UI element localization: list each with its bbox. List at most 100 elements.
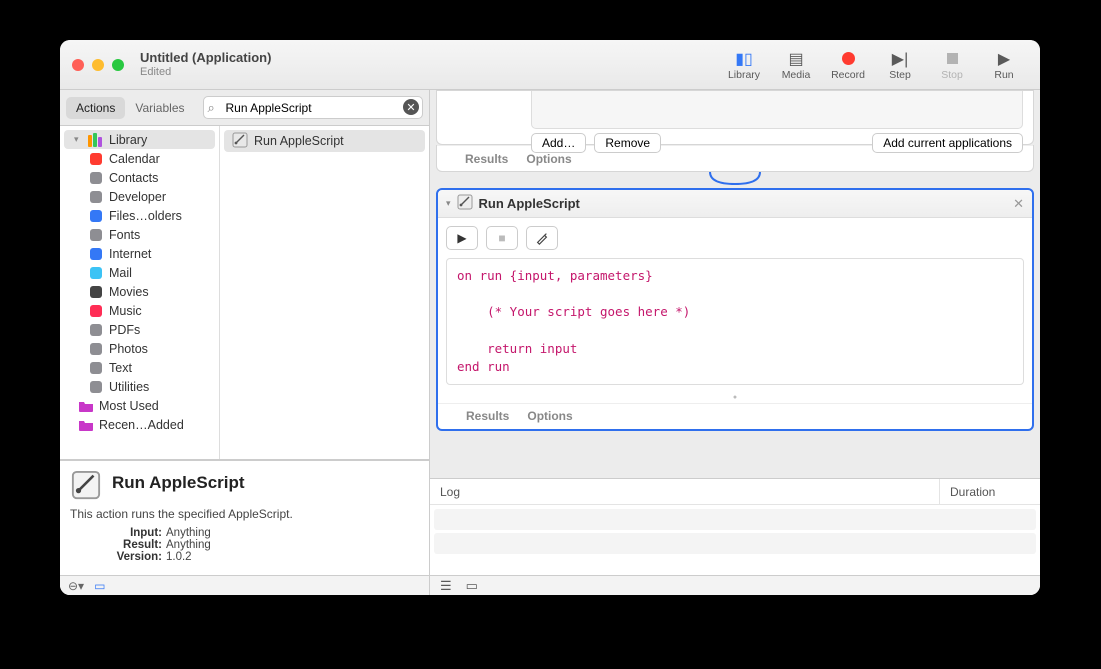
library-category[interactable]: Files…olders — [60, 206, 219, 225]
category-icon — [88, 227, 104, 243]
library-category[interactable]: Developer — [60, 187, 219, 206]
category-label: Files…olders — [109, 209, 182, 223]
stop-script-button: ■ — [486, 226, 518, 250]
title-bar: Untitled (Application) Edited ▮▯ Library… — [60, 40, 1040, 90]
category-icon — [88, 341, 104, 357]
resize-handle[interactable]: ● — [438, 393, 1032, 403]
log-column-header[interactable]: Log — [430, 479, 940, 504]
category-icon — [88, 284, 104, 300]
category-label: Utilities — [109, 380, 149, 394]
category-label: Text — [109, 361, 132, 375]
list-view-button[interactable]: ☰ — [440, 578, 452, 594]
library-category[interactable]: Utilities — [60, 377, 219, 396]
stub-results-tab[interactable]: Results — [465, 152, 508, 166]
category-label: Music — [109, 304, 142, 318]
applescript-icon — [70, 469, 102, 501]
sidebar-footer: ⊖▾ ▭ — [60, 575, 429, 595]
library-category[interactable]: Text — [60, 358, 219, 377]
mode-segmented-control: Actions Variables — [66, 97, 195, 119]
result-run-applescript[interactable]: Run AppleScript — [224, 130, 425, 152]
record-button[interactable]: Record — [824, 44, 872, 86]
workflow-area: Add… Remove Add current applications Res… — [430, 90, 1040, 595]
duration-column-header[interactable]: Duration — [940, 479, 1040, 504]
run-button[interactable]: ▶ Run — [980, 44, 1028, 86]
category-label: Developer — [109, 190, 166, 204]
media-button[interactable]: ▤ Media — [772, 44, 820, 86]
library-category[interactable]: Movies — [60, 282, 219, 301]
library-category[interactable]: Contacts — [60, 168, 219, 187]
action-results-list[interactable]: Run AppleScript — [220, 126, 429, 459]
window-controls — [72, 59, 124, 71]
search-input[interactable] — [203, 96, 424, 119]
chevron-down-icon[interactable]: ▾ — [446, 198, 451, 209]
add-current-apps-button[interactable]: Add current applications — [872, 133, 1023, 153]
toggle-preview-button[interactable]: ▭ — [94, 579, 105, 593]
action-options-tab[interactable]: Options — [527, 409, 572, 423]
preview-description: This action runs the specified AppleScri… — [70, 507, 419, 521]
window-title-block: Untitled (Application) Edited — [140, 50, 271, 79]
preview-meta: Input:Anything Result:Anything Version:1… — [70, 527, 419, 563]
smart-folder[interactable]: Most Used — [60, 396, 219, 415]
compile-script-button[interactable] — [526, 226, 558, 250]
result-label: Run AppleScript — [254, 134, 344, 148]
library-category[interactable]: Photos — [60, 339, 219, 358]
library-category[interactable]: PDFs — [60, 320, 219, 339]
workflow-canvas[interactable]: Add… Remove Add current applications Res… — [430, 90, 1040, 478]
library-category[interactable]: Music — [60, 301, 219, 320]
action-header[interactable]: ▾ Run AppleScript ✕ — [438, 190, 1032, 218]
library-category[interactable]: Internet — [60, 244, 219, 263]
applescript-icon — [232, 132, 248, 151]
remove-button[interactable]: Remove — [594, 133, 661, 153]
log-header: Log Duration — [430, 479, 1040, 505]
run-applescript-action[interactable]: ▾ Run AppleScript ✕ ▶ ■ on — [436, 188, 1034, 431]
action-tabs: Results Options — [438, 403, 1032, 429]
category-icon — [88, 208, 104, 224]
library-category[interactable]: Fonts — [60, 225, 219, 244]
library-category[interactable]: Mail — [60, 263, 219, 282]
category-label: Mail — [109, 266, 132, 280]
remove-action-button[interactable]: ✕ — [1013, 196, 1024, 212]
action-results-tab[interactable]: Results — [466, 409, 509, 423]
category-icon — [88, 151, 104, 167]
action-preview: Run AppleScript This action runs the spe… — [60, 460, 429, 575]
category-icon — [88, 189, 104, 205]
smart-folder-icon — [78, 417, 94, 433]
search-bar: Actions Variables ⌕ ✕ — [60, 90, 429, 126]
gear-menu-button[interactable]: ⊖▾ — [68, 579, 84, 593]
record-icon — [842, 49, 855, 69]
step-icon: ▶| — [892, 49, 908, 69]
zoom-window-button[interactable] — [112, 59, 124, 71]
step-button[interactable]: ▶| Step — [876, 44, 924, 86]
library-icon: ▮▯ — [735, 49, 753, 69]
tab-actions[interactable]: Actions — [66, 97, 125, 119]
clear-search-button[interactable]: ✕ — [403, 99, 419, 115]
stop-button: Stop — [928, 44, 976, 86]
category-label: Fonts — [109, 228, 140, 242]
library-root[interactable]: ▾ Library — [64, 130, 215, 149]
category-label: Contacts — [109, 171, 158, 185]
log-rows — [430, 505, 1040, 575]
script-editor[interactable]: on run {input, parameters} (* Your scrip… — [446, 258, 1024, 385]
window-title: Untitled (Application) — [140, 50, 271, 66]
flow-view-button[interactable]: ▭ — [466, 578, 478, 594]
previous-action-stub: Add… Remove Add current applications — [436, 90, 1034, 145]
smart-folder-icon — [78, 398, 94, 414]
run-script-button[interactable]: ▶ — [446, 226, 478, 250]
category-icon — [88, 379, 104, 395]
smart-folder[interactable]: Recen…Added — [60, 415, 219, 434]
minimize-window-button[interactable] — [92, 59, 104, 71]
stop-icon — [947, 49, 958, 69]
category-label: Internet — [109, 247, 151, 261]
library-button[interactable]: ▮▯ Library — [720, 44, 768, 86]
log-panel: Log Duration — [430, 478, 1040, 575]
add-button[interactable]: Add… — [531, 133, 586, 153]
window-subtitle: Edited — [140, 66, 271, 79]
library-tree[interactable]: ▾ Library Calendar Contacts Developer Files… — [60, 126, 220, 459]
log-row — [434, 533, 1036, 554]
stub-options-tab[interactable]: Options — [526, 152, 571, 166]
tab-variables[interactable]: Variables — [125, 97, 194, 119]
log-row — [434, 509, 1036, 530]
library-category[interactable]: Calendar — [60, 149, 219, 168]
sidebar: Actions Variables ⌕ ✕ ▾ — [60, 90, 430, 595]
close-window-button[interactable] — [72, 59, 84, 71]
